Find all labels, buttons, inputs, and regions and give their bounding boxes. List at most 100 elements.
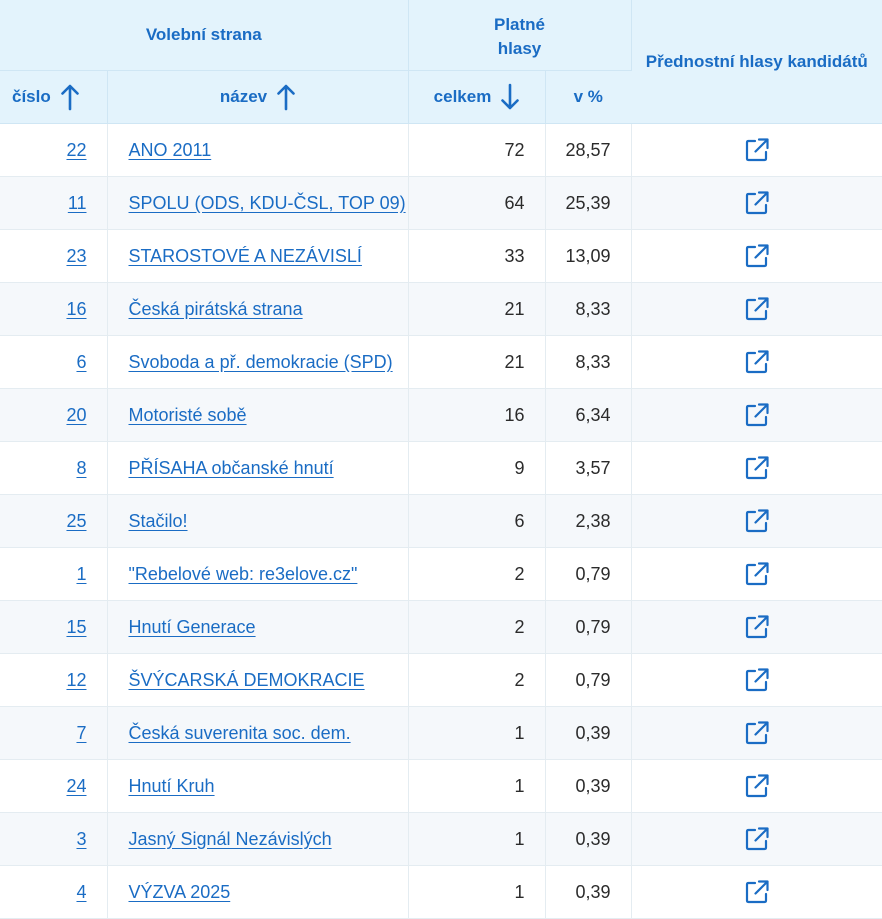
arrow-up-icon[interactable] bbox=[60, 83, 79, 111]
party-number-cell: 24 bbox=[0, 759, 108, 813]
party-name-link[interactable]: Svoboda a př. demokracie (SPD) bbox=[129, 352, 393, 372]
party-number-link[interactable]: 16 bbox=[66, 299, 86, 319]
party-name-cell: Jasný Signál Nezávislých bbox=[107, 812, 409, 866]
party-number-cell: 4 bbox=[0, 865, 108, 919]
column-header-total-label: celkem bbox=[433, 87, 492, 106]
votes-percent-cell: 0,79 bbox=[545, 600, 632, 654]
party-number-cell: 1 bbox=[0, 547, 108, 601]
column-header-percent[interactable]: v % bbox=[545, 70, 632, 124]
party-number-link[interactable]: 22 bbox=[66, 140, 86, 160]
party-number-link[interactable]: 3 bbox=[76, 829, 86, 849]
party-number-cell: 11 bbox=[0, 176, 108, 230]
party-name-link[interactable]: Česká suverenita soc. dem. bbox=[129, 723, 351, 743]
valid-votes-label-line2: hlasy bbox=[497, 39, 542, 58]
votes-percent-cell: 0,79 bbox=[545, 653, 632, 707]
party-number-link[interactable]: 25 bbox=[66, 511, 86, 531]
external-link-icon[interactable] bbox=[743, 825, 771, 853]
party-name-link[interactable]: STAROSTOVÉ A NEZÁVISLÍ bbox=[129, 246, 362, 266]
arrow-down-icon[interactable] bbox=[501, 83, 520, 111]
votes-total-cell: 2 bbox=[408, 547, 546, 601]
valid-votes-header: Platné hlasy bbox=[408, 0, 632, 71]
votes-total-cell: 64 bbox=[408, 176, 546, 230]
party-number-link[interactable]: 7 bbox=[76, 723, 86, 743]
votes-total-cell: 6 bbox=[408, 494, 546, 548]
votes-percent-cell: 8,33 bbox=[545, 335, 632, 389]
party-number-link[interactable]: 8 bbox=[76, 458, 86, 478]
external-link-icon[interactable] bbox=[743, 772, 771, 800]
external-link-icon[interactable] bbox=[743, 666, 771, 694]
votes-percent-cell: 2,38 bbox=[545, 494, 632, 548]
party-number-cell: 22 bbox=[0, 123, 108, 177]
arrow-up-icon[interactable] bbox=[277, 83, 295, 111]
party-name-cell: Svoboda a př. demokracie (SPD) bbox=[107, 335, 409, 389]
party-name-link[interactable]: ŠVÝCARSKÁ DEMOKRACIE bbox=[129, 670, 365, 690]
party-name-cell: STAROSTOVÉ A NEZÁVISLÍ bbox=[107, 229, 409, 283]
party-number-cell: 25 bbox=[0, 494, 108, 548]
external-link-icon[interactable] bbox=[743, 189, 771, 217]
column-header-total[interactable]: celkem bbox=[408, 70, 546, 124]
preferential-votes-cell bbox=[631, 600, 882, 654]
votes-percent-cell: 28,57 bbox=[545, 123, 632, 177]
external-link-icon[interactable] bbox=[743, 242, 771, 270]
party-number-link[interactable]: 4 bbox=[76, 882, 86, 902]
party-name-link[interactable]: Motoristé sobě bbox=[129, 405, 247, 425]
party-name-link[interactable]: ANO 2011 bbox=[129, 140, 212, 160]
table-row: 1 "Rebelové web: re3elove.cz" 2 0,79 bbox=[0, 547, 882, 601]
external-link-icon[interactable] bbox=[743, 878, 771, 906]
votes-percent-cell: 0,79 bbox=[545, 547, 632, 601]
external-link-icon[interactable] bbox=[743, 560, 771, 588]
votes-total-cell: 1 bbox=[408, 865, 546, 919]
party-name-link[interactable]: Stačilo! bbox=[129, 511, 188, 531]
party-name-link[interactable]: Hnutí Kruh bbox=[129, 776, 215, 796]
votes-total-cell: 33 bbox=[408, 229, 546, 283]
party-name-link[interactable]: Hnutí Generace bbox=[129, 617, 256, 637]
external-link-icon[interactable] bbox=[743, 719, 771, 747]
party-number-link[interactable]: 24 bbox=[66, 776, 86, 796]
party-number-link[interactable]: 15 bbox=[66, 617, 86, 637]
table-body: 22 ANO 2011 72 28,57 11 SPOLU (ODS, KDU-… bbox=[0, 123, 882, 919]
party-number-link[interactable]: 12 bbox=[66, 670, 86, 690]
external-link-icon[interactable] bbox=[743, 295, 771, 323]
external-link-icon[interactable] bbox=[743, 136, 771, 164]
party-number-link[interactable]: 6 bbox=[76, 352, 86, 372]
party-name-link[interactable]: PŘÍSAHA občanské hnutí bbox=[129, 458, 334, 478]
external-link-icon[interactable] bbox=[743, 454, 771, 482]
preferential-votes-cell bbox=[631, 176, 882, 230]
table-row: 24 Hnutí Kruh 1 0,39 bbox=[0, 759, 882, 813]
party-number-cell: 20 bbox=[0, 388, 108, 442]
votes-percent-cell: 3,57 bbox=[545, 441, 632, 495]
party-name-cell: PŘÍSAHA občanské hnutí bbox=[107, 441, 409, 495]
votes-percent-cell: 0,39 bbox=[545, 812, 632, 866]
party-number-cell: 6 bbox=[0, 335, 108, 389]
party-name-link[interactable]: Jasný Signál Nezávislých bbox=[129, 829, 332, 849]
party-name-link[interactable]: Česká pirátská strana bbox=[129, 299, 303, 319]
external-link-icon[interactable] bbox=[743, 348, 771, 376]
external-link-icon[interactable] bbox=[743, 401, 771, 429]
party-name-cell: "Rebelové web: re3elove.cz" bbox=[107, 547, 409, 601]
party-number-link[interactable]: 11 bbox=[68, 193, 87, 213]
party-number-link[interactable]: 23 bbox=[66, 246, 86, 266]
column-header-number-label: číslo bbox=[12, 87, 51, 106]
column-header-number[interactable]: číslo bbox=[0, 70, 108, 124]
valid-votes-label-line1: Platné bbox=[494, 15, 546, 34]
party-name-cell: ANO 2011 bbox=[107, 123, 409, 177]
external-link-icon[interactable] bbox=[743, 613, 771, 641]
table-row: 8 PŘÍSAHA občanské hnutí 9 3,57 bbox=[0, 441, 882, 495]
table-row: 15 Hnutí Generace 2 0,79 bbox=[0, 600, 882, 654]
party-number-link[interactable]: 1 bbox=[76, 564, 86, 584]
votes-percent-cell: 8,33 bbox=[545, 282, 632, 336]
party-name-cell: VÝZVA 2025 bbox=[107, 865, 409, 919]
party-number-link[interactable]: 20 bbox=[66, 405, 86, 425]
party-name-cell: SPOLU (ODS, KDU-ČSL, TOP 09) bbox=[107, 176, 409, 230]
party-number-cell: 23 bbox=[0, 229, 108, 283]
column-header-name[interactable]: název bbox=[107, 70, 409, 124]
party-name-link[interactable]: SPOLU (ODS, KDU-ČSL, TOP 09) bbox=[129, 193, 406, 213]
party-name-link[interactable]: "Rebelové web: re3elove.cz" bbox=[129, 564, 358, 584]
table-row: 7 Česká suverenita soc. dem. 1 0,39 bbox=[0, 706, 882, 760]
party-name-link[interactable]: VÝZVA 2025 bbox=[129, 882, 231, 902]
party-name-cell: Česká suverenita soc. dem. bbox=[107, 706, 409, 760]
external-link-icon[interactable] bbox=[743, 507, 771, 535]
party-number-cell: 7 bbox=[0, 706, 108, 760]
votes-percent-cell: 6,34 bbox=[545, 388, 632, 442]
party-name-cell: ŠVÝCARSKÁ DEMOKRACIE bbox=[107, 653, 409, 707]
